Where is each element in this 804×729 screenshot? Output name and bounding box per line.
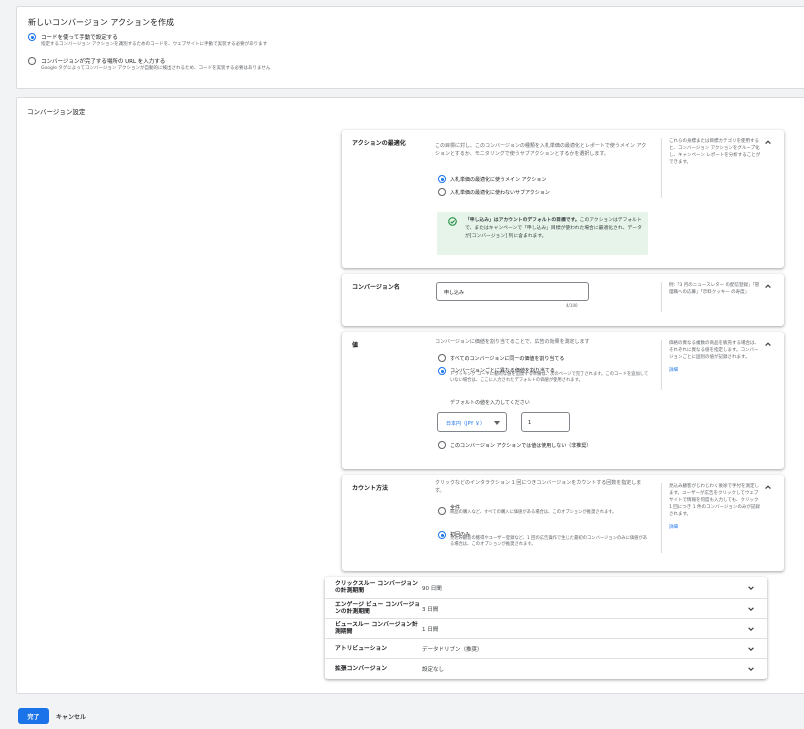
value-learn-more-link[interactable]: 詳細 [669, 367, 761, 374]
one-radio[interactable] [438, 531, 446, 539]
conversion-name-help: 例:「3 月のニュースレター の配信登録」「管理職への応募」「示料クッキー の寿… [661, 282, 761, 312]
expand-icon[interactable] [747, 665, 755, 673]
notice-bold: 「申し込み」はアカウントのデフォルトの目標です。 [465, 218, 580, 223]
value-panel: 値 コンバージョンに価値を割り当てることで、広告の効果を測定します すべてのコン… [342, 332, 784, 469]
cancel-button[interactable]: キャンセル [56, 708, 86, 724]
row-label: エンゲージ ビュー コンバージョンの計測期間 [335, 602, 420, 615]
manual-code-radio[interactable] [28, 33, 36, 41]
row-label: ビュースルー コンバージョン計測期間 [335, 622, 418, 635]
collapse-name-icon[interactable] [764, 282, 772, 290]
same-value-radio[interactable] [438, 354, 446, 362]
collapse-optimization-icon[interactable] [764, 138, 772, 146]
default-goal-notice: 「申し込み」はアカウントのデフォルトの目標です。このアクションはデフォルトで、ま… [437, 212, 648, 255]
collapse-count-icon[interactable] [764, 483, 772, 491]
currency-select[interactable]: 日本円（JPY ￥） [437, 412, 507, 432]
optimization-panel: アクションの最適化 この目標に対し、このコンバージョンの種類を入札単価の最適化と… [342, 130, 784, 268]
settings-title: コンバージョン設定 [27, 108, 86, 116]
row-value: 90 日間 [422, 586, 442, 592]
default-value-label: デフォルトの値を入力してください [450, 400, 530, 406]
done-button[interactable]: 完了 [18, 708, 49, 724]
expand-icon[interactable] [747, 625, 755, 633]
dropdown-arrow-icon [494, 421, 500, 425]
url-label: コンバージョンが完了する場所の URL を入力する [41, 59, 166, 65]
value-label: 値 [352, 342, 359, 349]
primary-action-label: 入札単価の最適化に使うメイン アクション [450, 177, 547, 183]
name-help-text: 例:「3 月のニュースレター の配信登録」「管理職への応募」「示料クッキー の寿… [669, 283, 760, 295]
count-help-text: 見込み顧客がじわじわく後徐で手付を測定します。ユーザーが広告をクリックしてウェブ… [669, 484, 760, 517]
expand-icon[interactable] [747, 645, 755, 653]
primary-action-radio[interactable] [438, 175, 446, 183]
card-title: 新しいコンバージョン アクションを作成 [28, 18, 174, 27]
different-value-radio[interactable] [438, 367, 446, 375]
enhanced-conversions-row[interactable]: 拡張コンバージョン 設定なし [325, 658, 767, 678]
conversion-name-label: コンバージョン名 [352, 284, 400, 291]
count-learn-more-link[interactable]: 詳細 [669, 524, 761, 531]
count-panel: カウント方法 クリックなどのインタラクション 1 回につきコンバージョンをカウン… [342, 475, 784, 571]
same-value-label: すべてのコンバージョンに同一の価値を割り当てる [450, 356, 565, 362]
conversion-name-input[interactable]: 申し込み [436, 282, 589, 301]
different-value-desc: トラッキング コードに動的な値を追加する準備は、次のページで完了されます。このコ… [450, 372, 649, 383]
every-desc: 商品の購入など、すべての購入に価値がある場合は、このオプションが推奨されます。 [450, 510, 617, 515]
value-help: 価格の異なる複数の商品を販売する場合は、それぞれに異なる値を指定します。コンバー… [661, 340, 761, 390]
row-label: クリックスルー コンバージョンの計測期間 [335, 581, 418, 594]
default-value-input[interactable]: 1 [521, 412, 570, 432]
row-label: 拡張コンバージョン [335, 665, 388, 672]
optimization-help: これらの身標または目標カテゴリを使用すると、コンバージョン アクションをグループ… [661, 138, 761, 198]
row-label: アトリビューション [335, 645, 388, 652]
one-desc: 見込み顧客の獲得やユーザー登録など、1 回の広告操作で生じた最初のコンバージョン… [450, 536, 648, 547]
optimization-desc: この目標に対し、このコンバージョンの種類を入札単価の最適化とレポートで使うメイン… [435, 143, 647, 157]
view-through-window-row[interactable]: ビュースルー コンバージョン計測期間 1 日間 [325, 618, 767, 638]
no-value-label: このコンバージョン アクションでは値は使用しない（非推奨） [450, 443, 592, 449]
check-circle-icon [448, 217, 457, 226]
count-help: 見込み顧客がじわじわく後徐で手付を測定します。ユーザーが広告をクリックしてウェブ… [661, 483, 761, 553]
currency-value: 日本円（JPY ￥） [446, 421, 486, 427]
count-label: カウント方法 [352, 485, 389, 492]
conversion-name-panel: コンバージョン名 申し込み 4/100 例:「3 月のニュースレター の配信登録… [342, 274, 784, 326]
expand-icon[interactable] [747, 584, 755, 592]
char-counter: 4/100 [566, 303, 578, 308]
create-conversion-card: 新しいコンバージョン アクションを作成 コードを使って手動で設定する 指定するコ… [16, 6, 804, 89]
click-through-window-row[interactable]: クリックスルー コンバージョンの計測期間 90 日間 [325, 578, 767, 598]
secondary-action-radio[interactable] [438, 188, 446, 196]
manual-code-desc: 指定するコンバージョン アクションを識別するためのコードを、ウェブサイトに手動で… [41, 42, 268, 47]
secondary-action-label: 入札単価の最適化に使わないサブアクション [450, 190, 550, 196]
collapse-value-icon[interactable] [764, 340, 772, 348]
value-help-text: 価格の異なる複数の商品を販売する場合は、それぞれに異なる値を指定します。コンバー… [669, 341, 759, 360]
row-value: 1 日間 [422, 627, 439, 633]
row-value: 3 日間 [422, 607, 439, 613]
optimization-label: アクションの最適化 [352, 140, 406, 147]
url-radio[interactable] [28, 57, 36, 65]
value-desc: コンバージョンに価値を割り当てることで、広告の効果を測定します [435, 339, 590, 345]
row-value: データドリブン（推奨） [422, 647, 483, 653]
optimization-help-text: これらの身標または目標カテゴリを使用すると、コンバージョン アクションをグループ… [669, 139, 761, 165]
attribution-row[interactable]: アトリビューション データドリブン（推奨） [325, 638, 767, 658]
count-desc: クリックなどのインタラクション 1 回につきコンバージョンをカウントする回数を指… [435, 480, 642, 494]
engaged-view-window-row[interactable]: エンゲージ ビュー コンバージョンの計測期間 3 日間 [325, 598, 767, 618]
row-value: 設定なし [422, 667, 445, 673]
no-value-radio[interactable] [438, 441, 446, 449]
expand-icon[interactable] [747, 605, 755, 613]
notice-text: 「申し込み」はアカウントのデフォルトの目標です。このアクションはデフォルトで、ま… [465, 217, 643, 241]
manual-code-label: コードを使って手動で設定する [41, 35, 118, 41]
url-desc: Google タグによってコンバージョン アクションが自動的に検出されるため、コ… [41, 66, 271, 71]
every-radio[interactable] [438, 507, 446, 515]
